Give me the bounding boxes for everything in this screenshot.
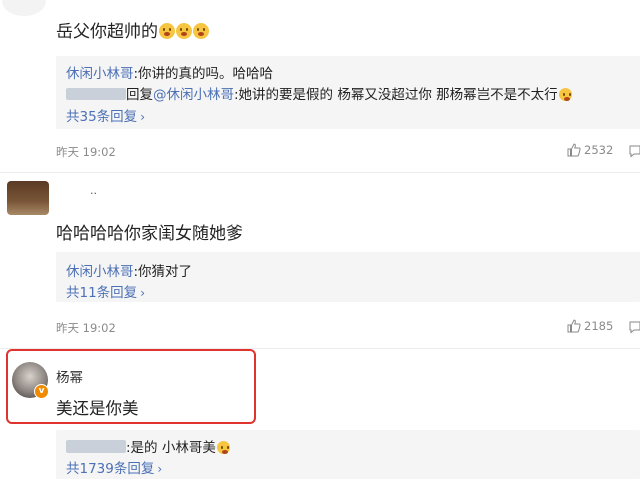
reply-box: 休闲小林哥:你猜对了 共11条回复 ›	[56, 252, 640, 302]
reply-item[interactable]: 休闲小林哥:你猜对了	[66, 260, 192, 280]
more-replies-link[interactable]: 共1739条回复 ›	[66, 457, 162, 477]
reply-item[interactable]: :是的 小林哥美	[66, 436, 230, 456]
thumbs-up-icon	[567, 143, 581, 157]
timestamp: 昨天 19:02	[56, 145, 116, 159]
chevron-right-icon: ›	[140, 110, 145, 124]
chevron-right-icon: ›	[157, 462, 163, 476]
shocked-emoji-icon	[193, 23, 209, 39]
more-replies-link[interactable]: 共11条回复 ›	[66, 281, 145, 301]
comment-icon[interactable]	[628, 320, 640, 334]
comment-text: 岳父你超帅的	[56, 17, 209, 42]
like-button[interactable]: 2185	[567, 319, 613, 333]
laughing-emoji-icon	[216, 441, 230, 454]
comment-text: 哈哈哈哈你家闺女随她爹	[56, 224, 243, 244]
username[interactable]: ..	[90, 184, 97, 197]
laughing-emoji-icon	[558, 88, 572, 101]
comment-icon[interactable]	[628, 144, 640, 158]
shocked-emoji-icon	[159, 23, 175, 39]
avatar[interactable]	[7, 181, 49, 215]
comment-text: 美还是你美	[56, 399, 139, 418]
blurred-username	[66, 440, 126, 453]
more-replies-link[interactable]: 共35条回复 ›	[66, 105, 145, 125]
divider	[0, 172, 640, 173]
shocked-emoji-icon	[176, 23, 192, 39]
like-button[interactable]: 2532	[567, 143, 613, 157]
reply-box: 休闲小林哥:你讲的真的吗。哈哈哈 回复@休闲小林哥:她讲的要是假的 杨幂又没超过…	[56, 56, 640, 129]
mention-link[interactable]: @休闲小林哥	[153, 87, 234, 103]
timestamp: 昨天 19:02	[56, 321, 116, 335]
reply-username[interactable]: 休闲小林哥	[66, 66, 134, 82]
username[interactable]: 杨幂	[56, 366, 83, 386]
blurred-username	[66, 88, 126, 100]
chevron-right-icon: ›	[140, 286, 145, 300]
reply-box: :是的 小林哥美 共1739条回复 ›	[56, 430, 640, 479]
verified-badge-icon: v	[34, 384, 49, 399]
reply-item[interactable]: 回复@休闲小林哥:她讲的要是假的 杨幂又没超过你 那杨幂岂不是不太行	[66, 83, 572, 103]
avatar[interactable]	[2, 0, 46, 16]
thumbs-up-icon	[567, 319, 581, 333]
reply-item[interactable]: 休闲小林哥:你讲的真的吗。哈哈哈	[66, 62, 273, 82]
reply-username[interactable]: 休闲小林哥	[66, 264, 134, 280]
